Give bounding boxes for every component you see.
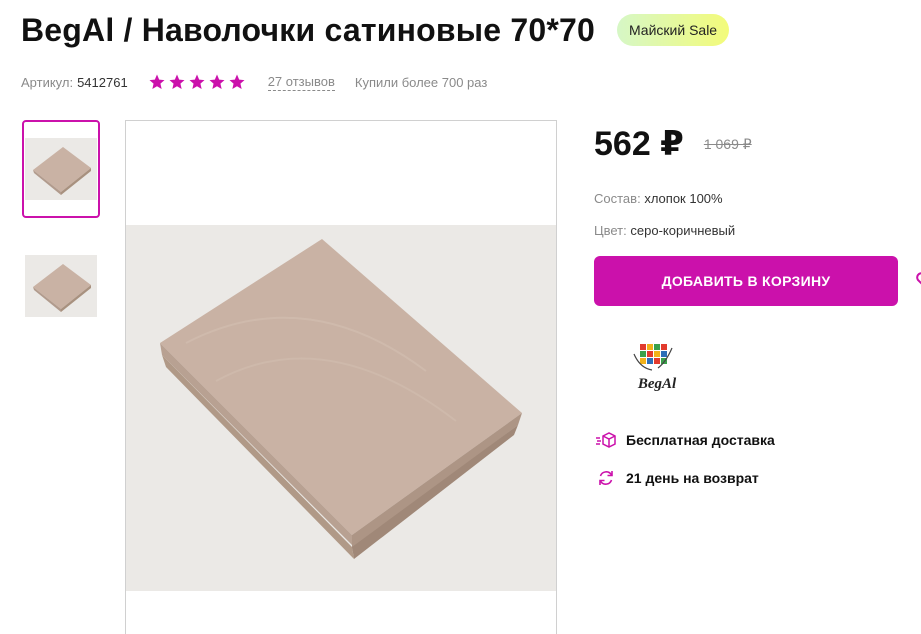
article-label: Артикул:: [21, 74, 74, 90]
product-thumbnail-image: [25, 138, 97, 200]
price-old: 1 069 ₽: [703, 135, 752, 152]
thumbnail-1[interactable]: [22, 120, 100, 218]
price-row: 562 ₽ 1 069 ₽: [594, 124, 752, 164]
refresh-icon: [594, 468, 618, 488]
meta-row: Артикул: 5412761 27 отзывов Купили более…: [21, 72, 487, 92]
spec-label: Состав:: [594, 191, 641, 206]
star-icon: [209, 74, 225, 89]
brand-logo-image: BegAl: [633, 344, 677, 392]
heart-icon[interactable]: [915, 270, 921, 290]
star-icon: [149, 74, 165, 89]
rating-stars[interactable]: [148, 73, 246, 91]
sale-badge[interactable]: Майский Sale: [616, 14, 730, 46]
feature-free-delivery: Бесплатная доставка: [594, 430, 775, 450]
feature-return: 21 день на возврат: [594, 468, 759, 488]
reviews-link[interactable]: 27 отзывов: [267, 74, 335, 91]
feature-label: 21 день на возврат: [626, 470, 759, 486]
feature-label: Бесплатная доставка: [626, 432, 775, 448]
spec-composition: Состав: хлопок 100%: [594, 191, 723, 206]
spec-value: хлопок 100%: [644, 191, 723, 206]
star-icon: [229, 74, 245, 89]
price-current: 562 ₽: [594, 125, 684, 163]
title-row: BegAl / Наволочки сатиновые 70*70 Майски…: [21, 8, 730, 52]
spec-color: Цвет: серо-коричневый: [594, 223, 735, 238]
spec-label: Цвет:: [594, 223, 627, 238]
brand-logo-text: BegAl: [637, 376, 677, 392]
article-value: 5412761: [77, 74, 128, 90]
brand-logo[interactable]: BegAl: [622, 340, 692, 396]
star-icon: [189, 74, 205, 89]
heart-icon-shape: [916, 272, 921, 285]
product-photo: [126, 121, 556, 634]
product-thumbnail-image: [25, 255, 97, 317]
bought-count: Купили более 700 раз: [354, 74, 488, 90]
thumbnail-2[interactable]: [22, 237, 100, 335]
main-product-image[interactable]: [125, 120, 557, 634]
add-to-cart-button[interactable]: Добавить в корзину: [594, 256, 898, 306]
star-icon: [169, 74, 185, 89]
box-delivery-icon: [594, 430, 618, 450]
spec-value: серо-коричневый: [630, 223, 736, 238]
page-title: BegAl / Наволочки сатиновые 70*70: [21, 11, 595, 48]
